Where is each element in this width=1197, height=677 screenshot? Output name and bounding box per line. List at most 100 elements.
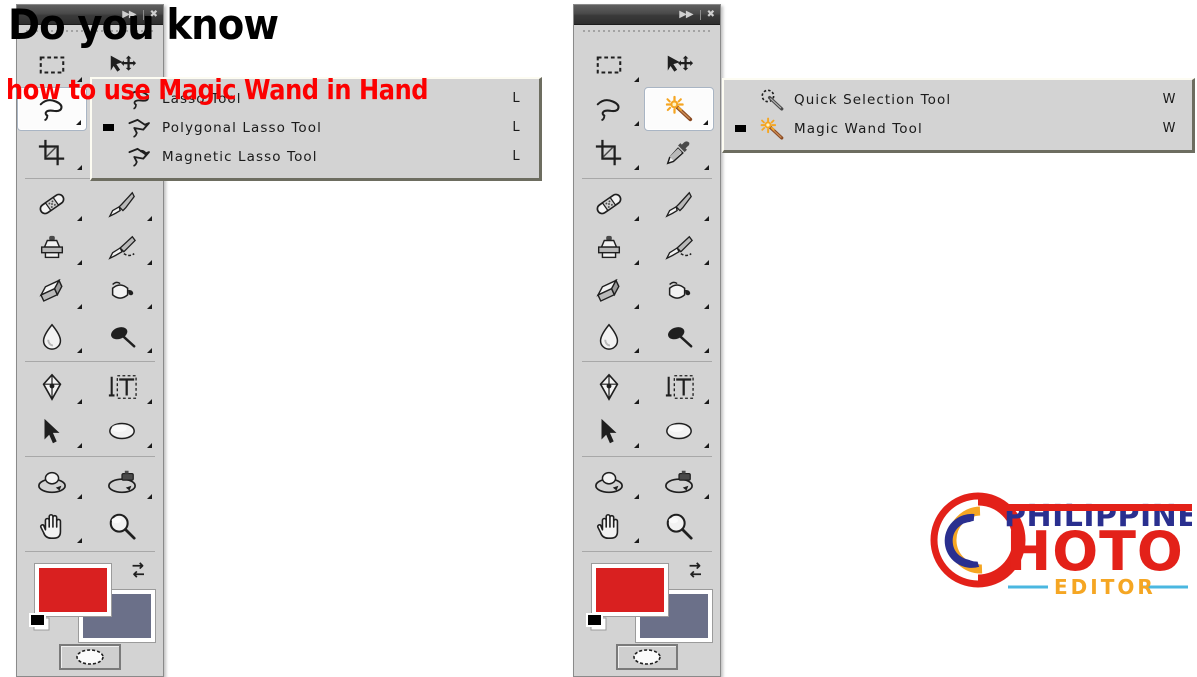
flyout-corner-icon xyxy=(634,399,639,404)
tool-button-history-brush-tool[interactable] xyxy=(644,226,714,270)
type-icon xyxy=(108,375,137,399)
paint-bucket-icon xyxy=(668,281,691,299)
history-brush-icon xyxy=(665,235,693,260)
tool-button-gradient-tool[interactable] xyxy=(644,270,714,314)
magnifier-icon xyxy=(109,513,136,540)
panel-titlebar-right[interactable]: ▶▶ ✖ xyxy=(574,5,720,25)
flyout-item-shortcut: W xyxy=(1162,121,1176,136)
flyout-corner-icon xyxy=(704,304,709,309)
tool-group-divider xyxy=(582,456,712,457)
tools-panel-right[interactable]: ▶▶ ✖ xyxy=(573,4,721,677)
flyout-corner-icon xyxy=(76,120,81,125)
tool-button-zoom-tool[interactable] xyxy=(87,504,157,548)
tool-button-3d-rotate-tool[interactable] xyxy=(574,460,644,504)
marquee-icon xyxy=(596,56,622,74)
tool-button-crop-tool[interactable] xyxy=(17,131,87,175)
path-arrow-icon xyxy=(601,418,617,444)
tool-button-move-tool[interactable] xyxy=(644,43,714,87)
tool-button-brush-tool[interactable] xyxy=(87,182,157,226)
tool-group-divider xyxy=(582,551,712,552)
tool-button-clone-stamp-tool[interactable] xyxy=(17,226,87,270)
quick-mask-button[interactable] xyxy=(59,644,121,670)
tool-row xyxy=(574,131,720,175)
tool-button-pen-tool[interactable] xyxy=(574,365,644,409)
bandaid-icon xyxy=(39,193,65,215)
close-icon[interactable]: ✖ xyxy=(707,9,715,20)
tool-button-pen-tool[interactable] xyxy=(17,365,87,409)
tool-button-crop-tool[interactable] xyxy=(574,131,644,175)
flyout-item-magnetic-lasso[interactable]: Magnetic Lasso Tool L xyxy=(92,142,539,171)
flyout-item-polygonal-lasso[interactable]: Polygonal Lasso Tool L xyxy=(92,113,539,142)
hand-icon xyxy=(39,513,62,539)
tool-row xyxy=(574,365,720,409)
tool-button-rectangular-marquee-tool[interactable] xyxy=(574,43,644,87)
foreground-color-swatch[interactable] xyxy=(592,564,668,616)
tool-button-history-brush-tool[interactable] xyxy=(87,226,157,270)
eyedropper-icon xyxy=(666,141,690,165)
tool-row xyxy=(574,43,720,87)
tool-button-dodge-tool[interactable] xyxy=(644,314,714,358)
tool-button-zoom-tool[interactable] xyxy=(644,504,714,548)
tool-button-spot-healing-brush-tool[interactable] xyxy=(574,182,644,226)
default-colors-icon[interactable] xyxy=(29,612,53,634)
swap-colors-icon[interactable] xyxy=(686,560,706,580)
tool-button-hand-tool[interactable] xyxy=(17,504,87,548)
tool-group-divider xyxy=(582,361,712,362)
panel-drag-grip[interactable] xyxy=(574,25,720,40)
color-swatches xyxy=(17,558,163,642)
tool-button-dodge-tool[interactable] xyxy=(87,314,157,358)
tool-button-ellipse-shape-tool[interactable] xyxy=(644,409,714,453)
flyout-corner-icon xyxy=(703,120,708,125)
tool-row xyxy=(17,504,163,548)
flyout-corner-icon xyxy=(704,165,709,170)
quick-mask-button[interactable] xyxy=(616,644,678,670)
flyout-item-quick-selection[interactable]: Quick Selection Tool W xyxy=(724,85,1192,114)
magic-wand-tool-flyout[interactable]: Quick Selection Tool W Magic Wand Tool W xyxy=(722,78,1195,153)
tool-button-clone-stamp-tool[interactable] xyxy=(574,226,644,270)
default-colors-icon[interactable] xyxy=(586,612,610,634)
tool-button-hand-tool[interactable] xyxy=(574,504,644,548)
swap-colors-icon[interactable] xyxy=(129,560,149,580)
blur-icon xyxy=(599,323,619,350)
tool-row xyxy=(17,182,163,226)
tool-button-3d-rotate-tool[interactable] xyxy=(17,460,87,504)
flyout-corner-icon xyxy=(704,399,709,404)
tool-button-3d-camera-rotate-tool[interactable] xyxy=(87,460,157,504)
tool-button-brush-tool[interactable] xyxy=(644,182,714,226)
tool-button-3d-camera-rotate-tool[interactable] xyxy=(644,460,714,504)
flyout-corner-icon xyxy=(77,304,82,309)
tool-row xyxy=(574,504,720,548)
tool-row xyxy=(574,409,720,453)
flyout-item-label: Magic Wand Tool xyxy=(794,120,923,137)
wand-icon xyxy=(750,116,794,142)
history-brush-icon xyxy=(108,235,136,260)
hand-icon xyxy=(596,513,619,539)
tool-button-eyedropper-tool[interactable] xyxy=(644,131,714,175)
tool-button-spot-healing-brush-tool[interactable] xyxy=(17,182,87,226)
tool-button-ellipse-shape-tool[interactable] xyxy=(87,409,157,453)
tool-button-horizontal-type-tool[interactable] xyxy=(87,365,157,409)
flyout-item-wand[interactable]: Magic Wand Tool W xyxy=(724,114,1192,143)
tool-button-horizontal-type-tool[interactable] xyxy=(644,365,714,409)
tool-button-eraser-tool[interactable] xyxy=(17,270,87,314)
expand-panel-icon[interactable]: ▶▶ xyxy=(679,9,693,20)
tool-button-lasso-tool[interactable] xyxy=(574,87,644,131)
tool-row xyxy=(574,87,720,131)
flyout-item-shortcut: L xyxy=(512,91,520,106)
tool-button-blur-tool[interactable] xyxy=(17,314,87,358)
bandaid-icon xyxy=(596,193,622,215)
tool-button-path-selection-tool[interactable] xyxy=(17,409,87,453)
tool-button-blur-tool[interactable] xyxy=(574,314,644,358)
tool-button-eraser-tool[interactable] xyxy=(574,270,644,314)
tool-group-divider xyxy=(582,178,712,179)
logo-line3: EDITOR xyxy=(1054,575,1156,596)
tool-button-path-selection-tool[interactable] xyxy=(574,409,644,453)
flyout-corner-icon xyxy=(704,260,709,265)
logo-line2: HOTO xyxy=(1006,520,1184,583)
eraser-icon xyxy=(596,278,620,302)
tool-row xyxy=(17,270,163,314)
tool-button-magic-wand-tool[interactable] xyxy=(644,87,714,131)
flyout-corner-icon xyxy=(634,121,639,126)
foreground-color-swatch[interactable] xyxy=(35,564,111,616)
tool-button-gradient-tool[interactable] xyxy=(87,270,157,314)
